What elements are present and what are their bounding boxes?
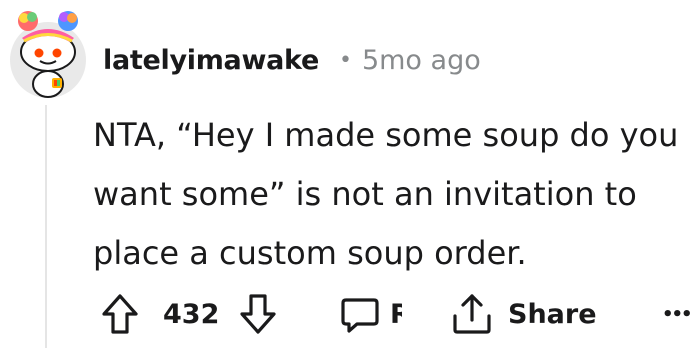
comment-bubble-icon: [340, 292, 380, 336]
comment-body: NTA, “Hey I made some soup do you want s…: [93, 116, 679, 272]
comment-action-bar: 432 Reply Share •••: [100, 290, 697, 338]
comment-header: latelyimawake • 5mo ago: [103, 40, 481, 80]
vote-count: 432: [163, 298, 220, 330]
downvote-arrow-icon: [238, 292, 278, 336]
thread-line: [45, 105, 47, 348]
username-link[interactable]: latelyimawake: [103, 45, 319, 76]
upvote-arrow-icon: [100, 292, 140, 336]
share-label: Share: [508, 298, 597, 330]
vote-score: 432: [163, 290, 219, 338]
reply-button[interactable]: Reply: [340, 290, 402, 338]
meta-separator: •: [338, 47, 352, 73]
snoo-avatar-icon: [10, 11, 86, 98]
reply-label: Reply: [390, 298, 402, 330]
share-icon: [450, 292, 494, 336]
timestamp[interactable]: 5mo ago: [362, 45, 481, 76]
upvote-button[interactable]: [100, 290, 140, 338]
more-options-icon: •••: [662, 303, 692, 325]
more-options-button[interactable]: •••: [662, 290, 692, 338]
downvote-button[interactable]: [238, 290, 278, 338]
user-avatar[interactable]: [8, 8, 90, 104]
share-button[interactable]: Share: [450, 290, 597, 338]
